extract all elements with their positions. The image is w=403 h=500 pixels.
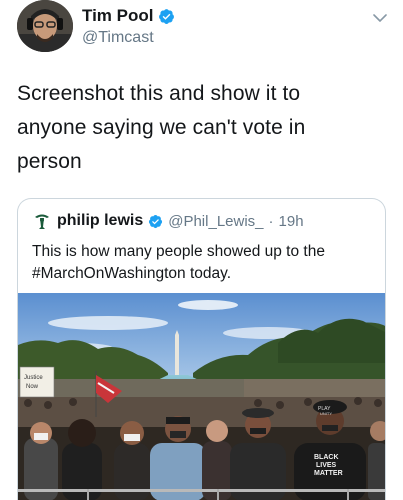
svg-text:Justice: Justice (24, 375, 43, 381)
quoted-text-line: This is how many people showed up to the (32, 243, 325, 260)
author-display-name[interactable]: Tim Pool (82, 6, 153, 26)
timestamp-separator: · (268, 212, 274, 230)
quoted-body-text: This is how many people showed up to the… (32, 241, 372, 285)
tweet-text-line: Screenshot this and show it to (17, 82, 301, 105)
quoted-author-row: philip lewis @Phil_Lewis_ · 19h (32, 211, 304, 231)
quoted-timestamp[interactable]: 19h (279, 213, 304, 230)
metal-barricade (18, 489, 385, 492)
author-handle[interactable]: @Timcast (82, 29, 175, 47)
quoted-handle[interactable]: @Phil_Lewis_ (168, 213, 263, 230)
quoted-text-suffix: today. (185, 265, 232, 282)
tweet-card: Tim Pool @Timcast Screenshot this and sh… (0, 0, 403, 500)
tweet-text-line: anyone saying we can't vote in (17, 116, 306, 139)
verified-badge-icon (158, 8, 175, 25)
chevron-down-icon[interactable] (373, 10, 387, 22)
washington-monument (175, 335, 179, 377)
svg-text:LIVES: LIVES (316, 462, 337, 469)
svg-text:MATTER: MATTER (314, 470, 343, 477)
tweet-body-text: Screenshot this and show it to anyone sa… (17, 77, 387, 179)
quoted-display-name[interactable]: philip lewis (57, 212, 143, 230)
protest-sign (19, 366, 55, 398)
verified-badge-icon (148, 214, 163, 229)
author-block: Tim Pool @Timcast (82, 6, 175, 47)
svg-text:UNITY: UNITY (320, 411, 332, 416)
march-crowd-photo: Justice Now PLAY UNITY BLACK LIVES MATTE… (18, 293, 385, 500)
hashtag-link[interactable]: #MarchOnWashington (32, 265, 186, 282)
cloud (48, 316, 168, 330)
cloud (178, 300, 238, 310)
tweet-text-line: person (17, 150, 82, 173)
svg-text:BLACK: BLACK (314, 454, 339, 461)
svg-text:Now: Now (26, 384, 39, 390)
quoted-tweet-card[interactable]: philip lewis @Phil_Lewis_ · 19h This is … (17, 198, 386, 500)
quoted-photo[interactable]: Justice Now PLAY UNITY BLACK LIVES MATTE… (18, 293, 385, 500)
author-avatar[interactable] (17, 0, 73, 52)
quoted-author-avatar[interactable] (32, 211, 52, 231)
quoted-text-line: #MarchOnWashington today. (32, 263, 372, 285)
